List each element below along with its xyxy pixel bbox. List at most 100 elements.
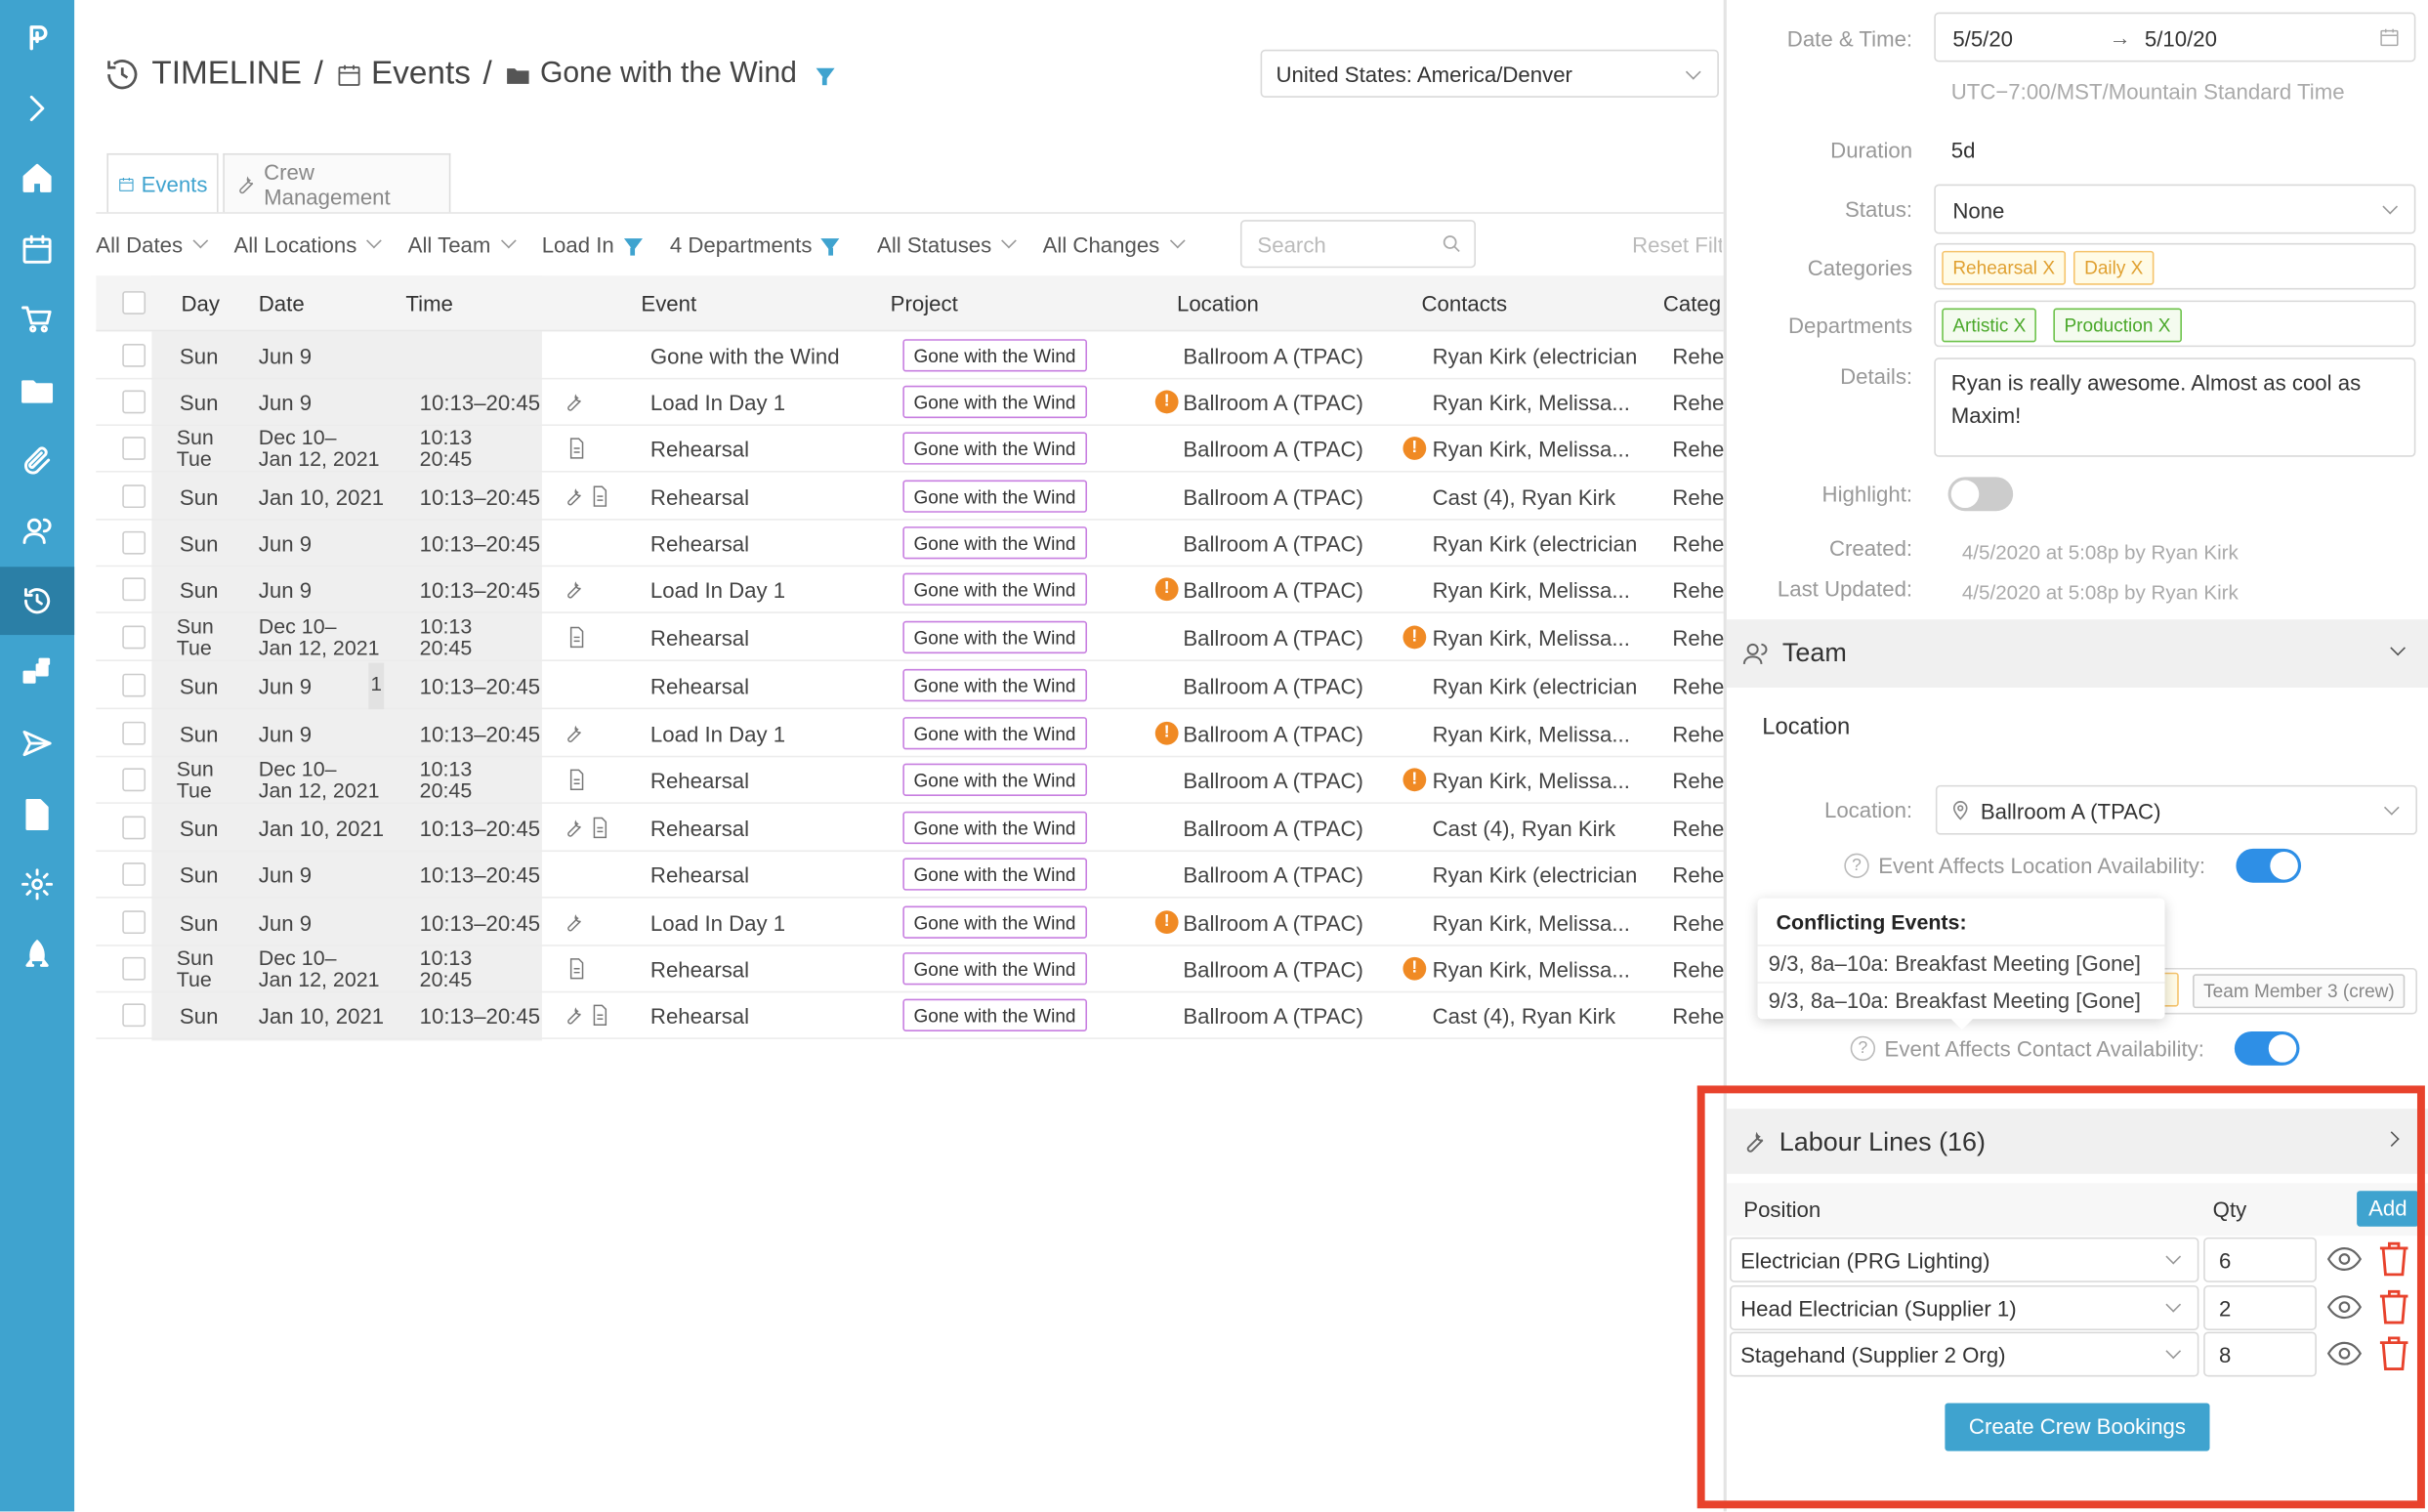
table-row[interactable]: Sun Jun 9 10:13–20:45 1 Rehearsal Gone with t… — [96, 662, 1726, 710]
event-name[interactable]: Rehearsal — [650, 531, 749, 556]
filter-dates[interactable]: All Dates — [96, 232, 209, 257]
project-tag[interactable]: Gone with the Wind — [902, 905, 1087, 939]
details-textarea[interactable]: Ryan is really awesome. Almost as cool a… — [1934, 357, 2416, 457]
conflict-warning-icon[interactable]: ! — [1402, 956, 1427, 981]
send-icon[interactable] — [0, 712, 74, 774]
position-select[interactable]: Electrician (PRG Lighting) — [1730, 1237, 2199, 1282]
table-row[interactable]: Sun Jan 10, 2021 10:13–20:45 Rehearsal Gone … — [96, 805, 1726, 853]
paperclip-icon[interactable] — [0, 431, 74, 492]
qty-input[interactable]: 2 — [2203, 1284, 2317, 1330]
header-categories[interactable]: Categ — [1663, 291, 1721, 315]
search-input[interactable]: Search — [1239, 220, 1476, 269]
contact-tag[interactable]: Team Member 3 (crew) — [2193, 974, 2406, 1009]
table-row[interactable]: Sun Tue Dec 10– Jan 12, 2021 10:13 20:45 Rehea… — [96, 757, 1726, 804]
row-checkbox[interactable] — [122, 816, 147, 840]
departments-input[interactable]: Artistic X Production X — [1934, 300, 2416, 348]
table-row[interactable]: Sun Jun 9 10:13–20:45 Rehearsal Gone with th… — [96, 852, 1726, 899]
timezone-select[interactable]: United States: America/Denver — [1260, 49, 1719, 98]
home-icon[interactable] — [0, 147, 74, 209]
project-tag[interactable]: Gone with the Wind — [902, 385, 1087, 419]
project-tag[interactable]: Gone with the Wind — [902, 620, 1087, 654]
status-select[interactable]: None — [1934, 184, 2416, 234]
document-icon[interactable] — [0, 783, 74, 845]
project-tag[interactable]: Gone with the Wind — [902, 339, 1087, 372]
event-name[interactable]: Load In Day 1 — [650, 910, 785, 935]
team-section-header[interactable]: Team — [1726, 619, 2428, 688]
event-name[interactable]: Rehearsal — [650, 862, 749, 887]
conflict-warning-icon[interactable]: ! — [1402, 625, 1427, 650]
table-row[interactable]: Sun Tue Dec 10– Jan 12, 2021 10:13 20:45 Rehea… — [96, 946, 1726, 993]
department-tag[interactable]: Artistic X — [1942, 308, 2037, 343]
header-location[interactable]: Location — [1177, 291, 1259, 315]
timeline-icon[interactable] — [0, 567, 75, 636]
position-select[interactable]: Stagehand (Supplier 2 Org) — [1730, 1331, 2199, 1377]
delete-trash-icon[interactable] — [2377, 1335, 2411, 1372]
location-availability-toggle[interactable] — [2236, 848, 2302, 883]
project-tag[interactable]: Gone with the Wind — [902, 668, 1087, 702]
project-tag[interactable]: Gone with the Wind — [902, 858, 1087, 891]
qty-input[interactable]: 6 — [2203, 1237, 2317, 1282]
row-checkbox[interactable] — [122, 625, 147, 650]
event-name[interactable]: Rehearsal — [650, 674, 749, 698]
conflict-warning-icon[interactable]: ! — [1154, 390, 1179, 414]
project-tag[interactable]: Gone with the Wind — [902, 480, 1087, 513]
breadcrumb-root[interactable]: TIMELINE — [151, 56, 302, 93]
row-checkbox[interactable] — [122, 1003, 147, 1028]
folder-icon[interactable] — [0, 359, 74, 421]
table-row[interactable]: Sun Tue Dec 10– Jan 12, 2021 10:13 20:45 Rehea… — [96, 426, 1726, 473]
table-row[interactable]: Sun Jun 9 10:13–20:45 Load In Day 1 Gone wit… — [96, 711, 1726, 758]
row-checkbox[interactable] — [122, 484, 147, 509]
conflict-warning-icon[interactable]: ! — [1402, 768, 1427, 792]
table-row[interactable]: Sun Jun 9 10:13–20:45 Rehearsal Gone with th… — [96, 521, 1726, 567]
help-icon[interactable]: ? — [1844, 853, 1869, 878]
reset-filters-link[interactable]: Reset Filt — [1632, 232, 1722, 257]
row-checkbox[interactable] — [122, 910, 147, 935]
app-logo-icon[interactable] — [0, 6, 74, 67]
row-checkbox[interactable] — [122, 768, 147, 792]
position-select[interactable]: Head Electrician (Supplier 1) — [1730, 1284, 2199, 1330]
row-checkbox[interactable] — [122, 390, 147, 414]
row-checkbox[interactable] — [122, 721, 147, 745]
conflict-warning-icon[interactable]: ! — [1402, 437, 1427, 460]
filter-locations[interactable]: All Locations — [233, 232, 383, 257]
project-tag[interactable]: Gone with the Wind — [902, 998, 1087, 1031]
row-checkbox[interactable] — [122, 862, 147, 886]
cart-icon[interactable] — [0, 288, 74, 350]
breadcrumb-project[interactable]: Gone with the Wind — [540, 58, 797, 92]
event-name[interactable]: Load In Day 1 — [650, 577, 785, 602]
department-tag[interactable]: Production X — [2053, 308, 2182, 343]
row-checkbox[interactable] — [122, 343, 147, 367]
filter-team[interactable]: All Team — [408, 232, 517, 257]
event-name[interactable]: Rehearsal — [650, 817, 749, 841]
event-name[interactable]: Rehearsal — [650, 484, 749, 509]
qty-input[interactable]: 8 — [2203, 1331, 2317, 1377]
eye-icon[interactable] — [2325, 1293, 2363, 1322]
event-name[interactable]: Gone with the Wind — [650, 344, 840, 368]
date-range-input[interactable]: 5/5/20 → 5/10/20 — [1934, 12, 2416, 63]
row-checkbox[interactable] — [122, 577, 147, 602]
filter-changes[interactable]: All Changes — [1043, 232, 1186, 257]
header-date[interactable]: Date — [259, 291, 305, 315]
header-event[interactable]: Event — [641, 291, 696, 315]
table-row[interactable]: Sun Jun 9 Gone with the Wind Gone with the … — [96, 333, 1726, 380]
breadcrumb-events[interactable]: Events — [371, 56, 471, 93]
rocket-icon[interactable] — [0, 925, 74, 987]
event-name[interactable]: Rehearsal — [650, 1003, 749, 1028]
calendar-icon[interactable] — [0, 219, 74, 280]
row-checkbox[interactable] — [122, 530, 147, 555]
row-checkbox[interactable] — [122, 956, 147, 981]
event-name[interactable]: Rehearsal — [650, 437, 749, 461]
header-time[interactable]: Time — [405, 291, 453, 315]
expand-sidebar-icon[interactable] — [0, 77, 74, 139]
filter-departments[interactable]: 4 Departments — [670, 232, 840, 257]
location-select[interactable]: Ballroom A (TPAC) — [1935, 784, 2417, 835]
table-row[interactable]: Sun Jan 10, 2021 10:13–20:45 Rehearsal Gone … — [96, 474, 1726, 521]
event-name[interactable]: Rehearsal — [650, 768, 749, 792]
create-crew-bookings-button[interactable]: Create Crew Bookings — [1945, 1403, 2210, 1451]
row-checkbox[interactable] — [122, 437, 147, 460]
add-labour-line-button[interactable]: Add — [2357, 1191, 2419, 1227]
tab-events[interactable]: Events — [106, 152, 219, 213]
delete-trash-icon[interactable] — [2377, 1288, 2411, 1325]
help-icon[interactable]: ? — [1850, 1035, 1876, 1062]
header-day[interactable]: Day — [182, 291, 220, 315]
